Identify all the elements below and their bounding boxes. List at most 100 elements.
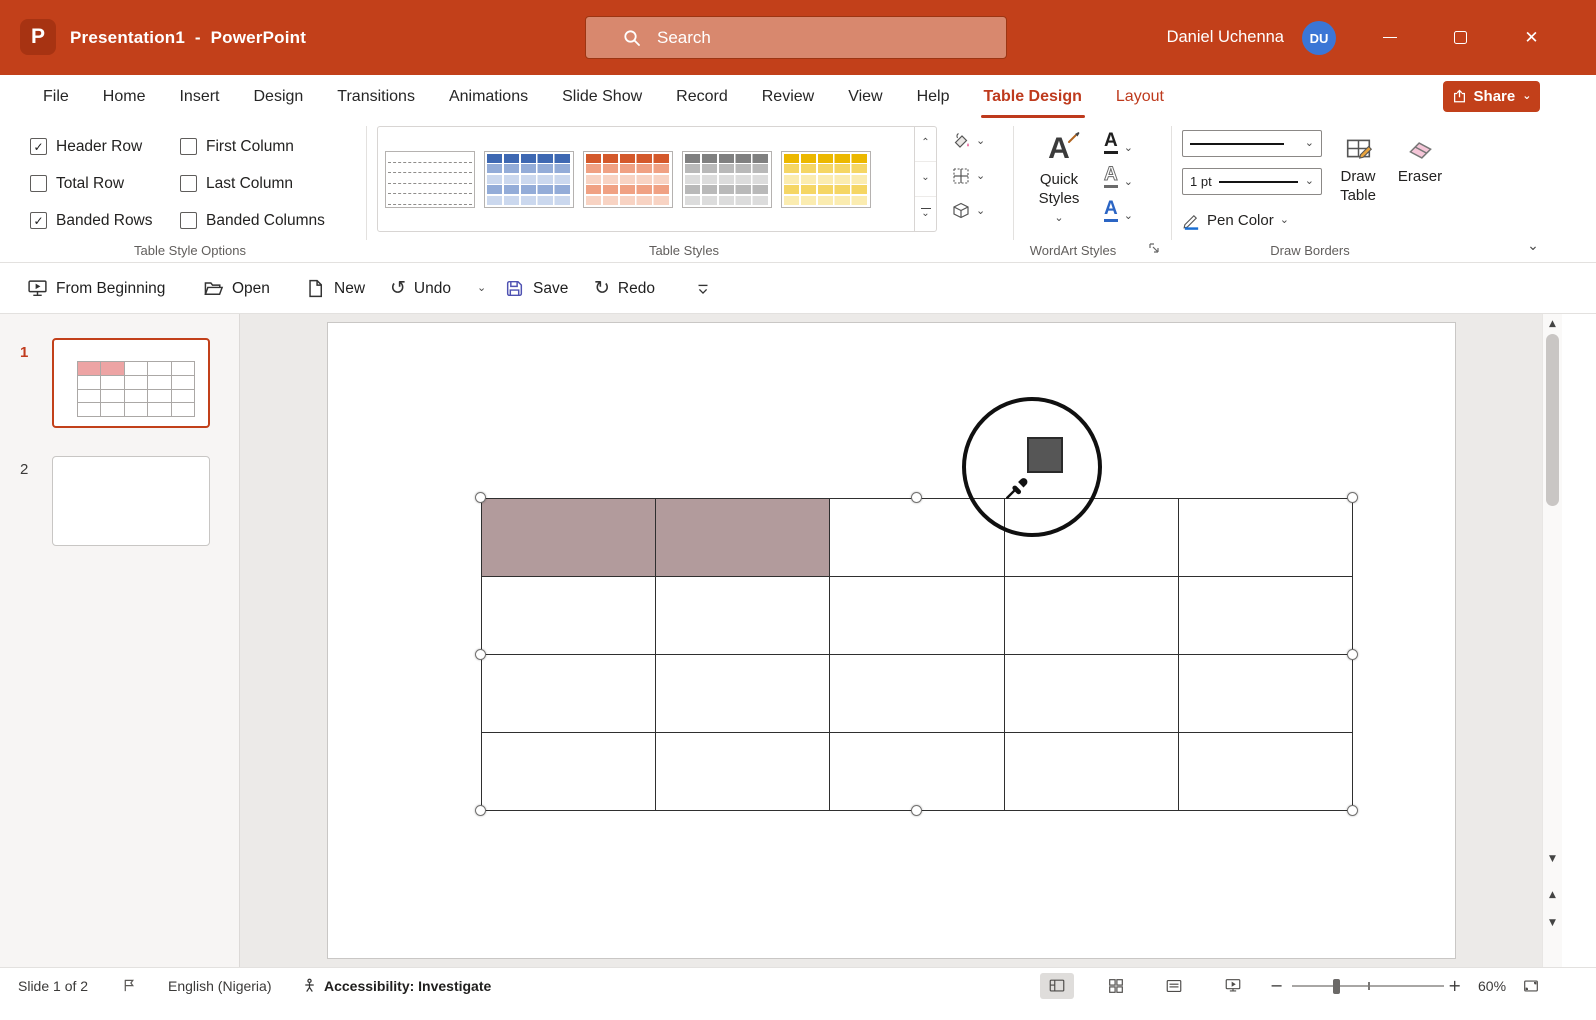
- table-style-yellow[interactable]: [781, 151, 871, 208]
- undo-dropdown-button[interactable]: ⌄: [477, 263, 486, 314]
- flag-icon[interactable]: [122, 968, 137, 1003]
- previous-slide-button[interactable]: ▲: [1543, 890, 1562, 900]
- fit-to-window-button[interactable]: [1522, 968, 1540, 1003]
- scroll-down-button[interactable]: ▼: [1543, 854, 1562, 864]
- search-box[interactable]: Search: [585, 16, 1007, 59]
- zoom-out-button[interactable]: −: [1270, 968, 1283, 1003]
- tab-view[interactable]: View: [831, 75, 899, 118]
- pen-color-button[interactable]: Pen Color ⌄: [1182, 206, 1289, 234]
- table-style-blue[interactable]: [484, 151, 574, 208]
- qat-overflow-button[interactable]: [694, 263, 712, 314]
- resize-handle-top-left[interactable]: [475, 492, 486, 503]
- option-total-row[interactable]: Total Row: [30, 165, 180, 202]
- slide-table[interactable]: [481, 498, 1353, 811]
- effects-button[interactable]: ⌄: [948, 198, 988, 224]
- table-cell-r3c4[interactable]: [1005, 655, 1178, 732]
- minimize-button[interactable]: [1366, 0, 1413, 75]
- table-cell-r2c3[interactable]: [830, 577, 1003, 654]
- language-status[interactable]: English (Nigeria): [168, 968, 271, 1003]
- scrollbar-thumb[interactable]: [1546, 334, 1559, 506]
- wordart-dialog-launcher[interactable]: [1146, 241, 1162, 257]
- table-cell-r2c5[interactable]: [1179, 577, 1352, 654]
- tab-slide-show[interactable]: Slide Show: [545, 75, 659, 118]
- table-cell-r3c1[interactable]: [482, 655, 655, 732]
- slide-show-view-button[interactable]: [1216, 973, 1250, 999]
- tab-animations[interactable]: Animations: [432, 75, 545, 118]
- slide-2-thumbnail[interactable]: [52, 456, 210, 546]
- powerpoint-logo-icon[interactable]: P: [20, 19, 56, 55]
- slide[interactable]: [327, 322, 1456, 959]
- tab-insert[interactable]: Insert: [162, 75, 236, 118]
- slide-sorter-view-button[interactable]: [1099, 973, 1133, 999]
- table-cell-r4c4[interactable]: [1005, 733, 1178, 810]
- quick-styles-button[interactable]: A Quick Styles ⌄: [1028, 126, 1090, 240]
- collapse-ribbon-button[interactable]: ⌄: [1520, 235, 1546, 257]
- table-cell-r2c2[interactable]: [656, 577, 829, 654]
- checkbox-first-column[interactable]: [180, 138, 197, 155]
- table-cell-r4c3[interactable]: [830, 733, 1003, 810]
- tab-review[interactable]: Review: [745, 75, 831, 118]
- resize-handle-top-middle[interactable]: [911, 492, 922, 503]
- open-button[interactable]: Open: [203, 263, 270, 314]
- table-cell-r4c1[interactable]: [482, 733, 655, 810]
- option-banded-columns[interactable]: Banded Columns: [180, 202, 330, 239]
- tab-record[interactable]: Record: [659, 75, 745, 118]
- checkbox-banded-columns[interactable]: [180, 212, 197, 229]
- normal-view-button[interactable]: [1040, 973, 1074, 999]
- vertical-scrollbar[interactable]: ▲ ▼ ▲ ▼: [1542, 314, 1562, 967]
- zoom-slider-thumb[interactable]: [1333, 979, 1340, 994]
- maximize-button[interactable]: [1437, 0, 1484, 75]
- option-last-column[interactable]: Last Column: [180, 165, 330, 202]
- slide-1-thumbnail[interactable]: [52, 338, 210, 428]
- borders-button[interactable]: ⌄: [948, 163, 988, 189]
- pen-style-combobox[interactable]: ⌄: [1182, 130, 1322, 157]
- redo-button[interactable]: ↻ Redo: [594, 263, 655, 314]
- share-button[interactable]: Share ⌄: [1443, 81, 1540, 112]
- table-cell-r1c2[interactable]: [656, 499, 829, 576]
- table-cell-r1c5[interactable]: [1179, 499, 1352, 576]
- zoom-level[interactable]: 60%: [1478, 968, 1506, 1003]
- avatar[interactable]: DU: [1302, 21, 1336, 55]
- text-outline-button[interactable]: A ⌄: [1102, 162, 1135, 188]
- tab-design[interactable]: Design: [236, 75, 320, 118]
- table-cell-r3c3[interactable]: [830, 655, 1003, 732]
- checkbox-banded-rows[interactable]: ✓: [30, 212, 47, 229]
- slide-indicator[interactable]: Slide 1 of 2: [18, 968, 88, 1003]
- resize-handle-middle-left[interactable]: [475, 649, 486, 660]
- tab-file[interactable]: File: [26, 75, 86, 118]
- table-cell-r2c1[interactable]: [482, 577, 655, 654]
- tab-transitions[interactable]: Transitions: [320, 75, 432, 118]
- zoom-in-button[interactable]: +: [1448, 968, 1461, 1003]
- accessibility-status[interactable]: Accessibility: Investigate: [324, 968, 491, 1003]
- draw-table-button[interactable]: Draw Table: [1330, 126, 1386, 240]
- table-cell-r1c1[interactable]: [482, 499, 655, 576]
- user-name[interactable]: Daniel Uchenna: [1167, 0, 1284, 75]
- table-style-plain[interactable]: [385, 151, 475, 208]
- next-slide-button[interactable]: ▼: [1543, 918, 1562, 928]
- tab-table-design[interactable]: Table Design: [967, 75, 1099, 118]
- close-button[interactable]: ✕: [1508, 0, 1555, 75]
- table-cell-r3c5[interactable]: [1179, 655, 1352, 732]
- from-beginning-button[interactable]: From Beginning: [27, 263, 165, 314]
- checkbox-header-row[interactable]: ✓: [30, 138, 47, 155]
- gallery-scroll-up-button[interactable]: ⌃: [915, 127, 936, 161]
- checkbox-last-column[interactable]: [180, 175, 197, 192]
- tab-help[interactable]: Help: [900, 75, 967, 118]
- table-cell-r2c4[interactable]: [1005, 577, 1178, 654]
- scroll-up-button[interactable]: ▲: [1543, 319, 1562, 329]
- resize-handle-middle-right[interactable]: [1347, 649, 1358, 660]
- resize-handle-top-right[interactable]: [1347, 492, 1358, 503]
- resize-handle-bottom-right[interactable]: [1347, 805, 1358, 816]
- zoom-slider[interactable]: [1292, 985, 1444, 987]
- tab-layout[interactable]: Layout: [1099, 75, 1181, 118]
- new-button[interactable]: New: [305, 263, 365, 314]
- undo-button[interactable]: ↺ Undo: [390, 263, 451, 314]
- reading-view-button[interactable]: [1157, 973, 1191, 999]
- table-cell-r3c2[interactable]: [656, 655, 829, 732]
- gallery-scroll-down-button[interactable]: ⌄: [915, 161, 936, 196]
- shading-button[interactable]: ⌄: [948, 128, 988, 154]
- table-style-orange[interactable]: [583, 151, 673, 208]
- option-banded-rows[interactable]: ✓Banded Rows: [30, 202, 180, 239]
- option-first-column[interactable]: First Column: [180, 128, 330, 165]
- option-header-row[interactable]: ✓Header Row: [30, 128, 180, 165]
